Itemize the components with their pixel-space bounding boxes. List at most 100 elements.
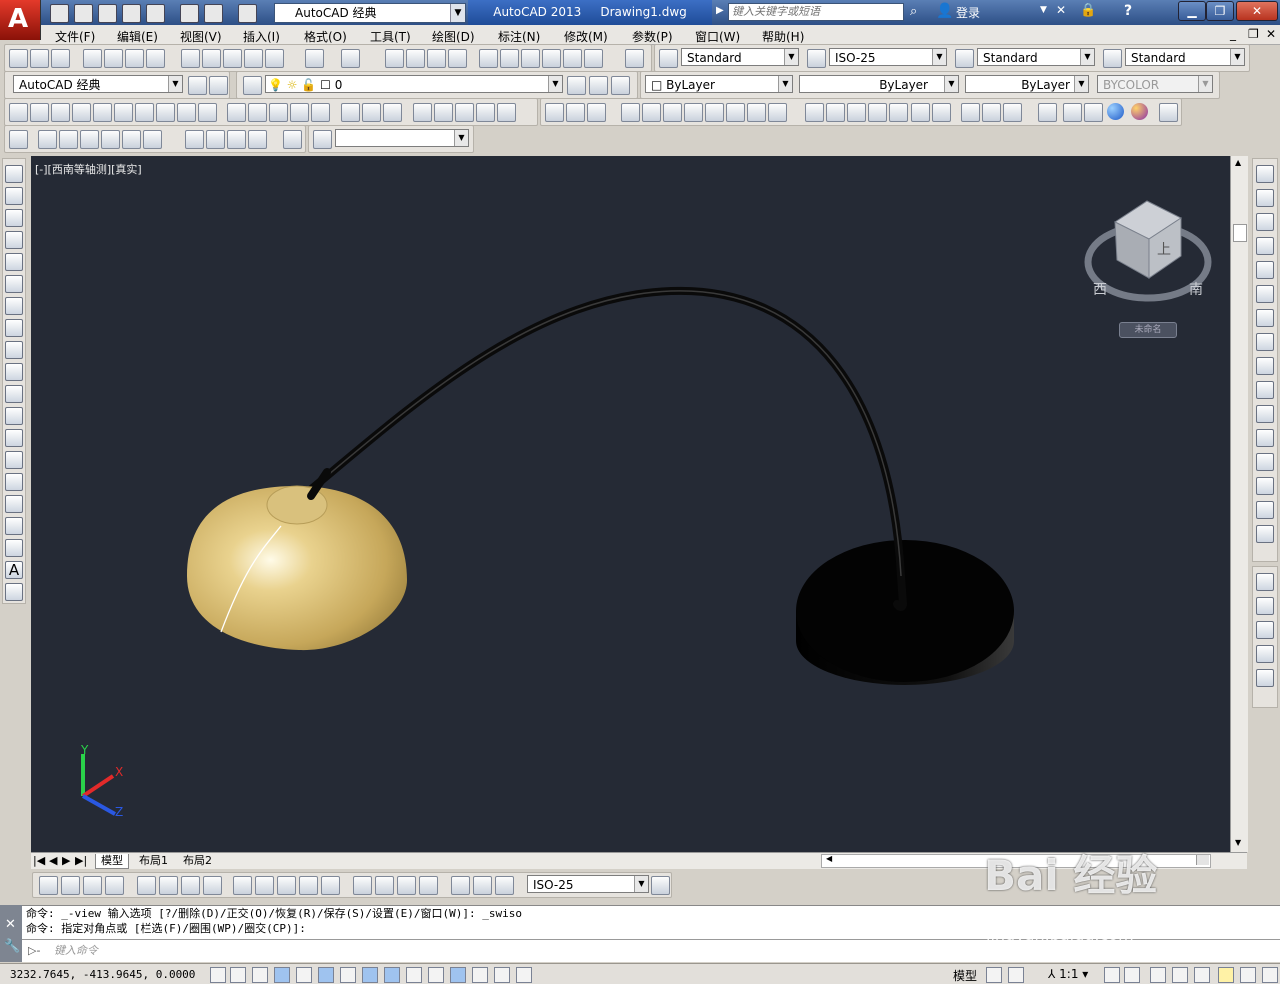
slice-icon[interactable] [961, 103, 980, 122]
union-icon[interactable] [545, 103, 564, 122]
save-icon[interactable] [98, 4, 117, 23]
menu-help[interactable]: 帮助(H) [762, 28, 804, 45]
search-icon[interactable] [313, 130, 332, 149]
chevron-down-icon[interactable]: ▼ [778, 76, 792, 92]
dim-style-icon[interactable] [807, 49, 826, 68]
login-button[interactable]: 登录 [956, 4, 980, 21]
menu-format[interactable]: 格式(O) [304, 28, 347, 45]
region-icon[interactable] [5, 517, 23, 535]
point-icon[interactable] [5, 451, 23, 469]
tolerance-icon[interactable] [353, 876, 372, 895]
isolate-objects-icon[interactable] [1218, 967, 1234, 983]
workspace-settings-icon[interactable] [188, 76, 207, 95]
lightbulb-icon[interactable]: 💡 [268, 78, 283, 92]
doc-restore-icon[interactable]: ❐ [1248, 27, 1259, 41]
dim-style-manager-icon[interactable] [651, 876, 670, 895]
chevron-down-icon[interactable]: ▼ [168, 76, 182, 92]
undo-icon[interactable] [305, 49, 324, 68]
restore-button[interactable]: ❐ [1206, 1, 1234, 21]
ordinate-icon[interactable] [105, 876, 124, 895]
color-faces-icon[interactable] [768, 103, 787, 122]
inspection-icon[interactable] [397, 876, 416, 895]
union-icon[interactable] [341, 103, 360, 122]
construction-line-icon[interactable] [5, 187, 23, 205]
dim-space-icon[interactable] [299, 876, 318, 895]
calculator-icon[interactable] [584, 49, 603, 68]
box-icon[interactable] [30, 103, 49, 122]
chevron-down-icon[interactable]: ▼ [454, 130, 468, 146]
zoom-previous-icon[interactable] [448, 49, 467, 68]
doc-minimize-icon[interactable]: _ [1230, 27, 1236, 41]
text-style-combo[interactable]: Standard ▼ [681, 48, 799, 66]
open-icon[interactable] [74, 4, 93, 23]
scroll-thumb[interactable] [1233, 224, 1247, 242]
table-style-combo[interactable]: Standard ▼ [977, 48, 1095, 66]
coordinates-readout[interactable]: 3232.7645, -413.9645, 0.0000 [10, 968, 195, 981]
erase-icon[interactable] [1256, 165, 1274, 183]
bring-to-front-icon[interactable] [1256, 573, 1274, 591]
bring-above-icon[interactable] [1256, 621, 1274, 639]
layer-properties-icon[interactable] [243, 76, 262, 95]
jogged-linear-icon[interactable] [419, 876, 438, 895]
lineweight-combo[interactable]: ByLayer ▼ [965, 75, 1089, 93]
table-style-icon[interactable] [955, 49, 974, 68]
top-view-icon[interactable] [38, 130, 57, 149]
bottom-view-icon[interactable] [59, 130, 78, 149]
make-current-layer-icon[interactable] [567, 76, 586, 95]
selection-cycling-icon[interactable] [494, 967, 510, 983]
extrude-icon[interactable] [227, 103, 246, 122]
compass-west-label[interactable]: 西 [1093, 282, 1107, 298]
layer-previous-icon[interactable] [589, 76, 608, 95]
subtract-icon[interactable] [362, 103, 381, 122]
chevron-down-icon[interactable]: ▼ [1074, 76, 1088, 92]
quick-view-layouts-icon[interactable] [986, 967, 1002, 983]
wrench-icon[interactable]: 🔧 [4, 939, 20, 954]
menu-dimension[interactable]: 标注(N) [498, 28, 540, 45]
exchange-icon[interactable]: ✕ [1056, 3, 1072, 19]
visual-styles-icon[interactable] [1038, 103, 1057, 122]
chevron-down-icon[interactable]: ▼ [634, 876, 648, 892]
radius-dim-icon[interactable] [137, 876, 156, 895]
color-combo[interactable]: □ ByLayer ▼ [645, 75, 793, 93]
lamp-base[interactable] [796, 540, 1014, 685]
application-menu-button[interactable]: A [0, 0, 41, 40]
table-icon[interactable] [5, 539, 23, 557]
drawing-viewport[interactable]: [-][西南等轴测][真实] Y X Z 上 西 南 未命名 [31, 156, 1230, 852]
plot-preview-icon[interactable] [104, 49, 123, 68]
line-icon[interactable] [5, 165, 23, 183]
jogged-dim-icon[interactable] [159, 876, 178, 895]
make-block-icon[interactable] [5, 429, 23, 447]
search-input[interactable] [728, 3, 904, 21]
offset-icon[interactable] [1256, 237, 1274, 255]
rectangle-icon[interactable] [5, 253, 23, 271]
first-tab-icon[interactable]: |◀ [33, 854, 45, 868]
pan-icon[interactable] [385, 49, 404, 68]
copy-faces-icon[interactable] [747, 103, 766, 122]
3d-mirror-icon[interactable] [497, 103, 516, 122]
user-icon[interactable]: 👤 [936, 3, 953, 19]
workspace-combo[interactable]: AutoCAD 经典 ▼ [274, 3, 466, 23]
explode-icon[interactable] [1256, 525, 1274, 543]
center-mark-icon[interactable] [375, 876, 394, 895]
tool-palettes-icon[interactable] [521, 49, 540, 68]
arc-icon[interactable] [5, 275, 23, 293]
ellipse-arc-icon[interactable] [5, 385, 23, 403]
wedge-icon[interactable] [51, 103, 70, 122]
help-icon[interactable] [625, 49, 644, 68]
new-icon[interactable] [50, 4, 69, 23]
check-icon[interactable] [932, 103, 951, 122]
left-view-icon[interactable] [80, 130, 99, 149]
clean-screen-icon[interactable] [1262, 967, 1278, 983]
layer-lock-icon[interactable]: 🔓 [301, 78, 316, 92]
extend-icon[interactable] [1256, 405, 1274, 423]
last-tab-icon[interactable]: ▶| [75, 854, 87, 868]
snap-mode-icon[interactable] [230, 967, 246, 983]
gradient-icon[interactable] [5, 495, 23, 513]
toolbar-lock-icon[interactable] [1172, 967, 1188, 983]
camera-icon[interactable] [283, 130, 302, 149]
minimize-button[interactable]: ▁ [1178, 1, 1206, 21]
move-faces-icon[interactable] [642, 103, 661, 122]
dim-update-icon[interactable] [495, 876, 514, 895]
polysolid-icon[interactable] [9, 103, 28, 122]
3d-array-icon[interactable] [476, 103, 495, 122]
